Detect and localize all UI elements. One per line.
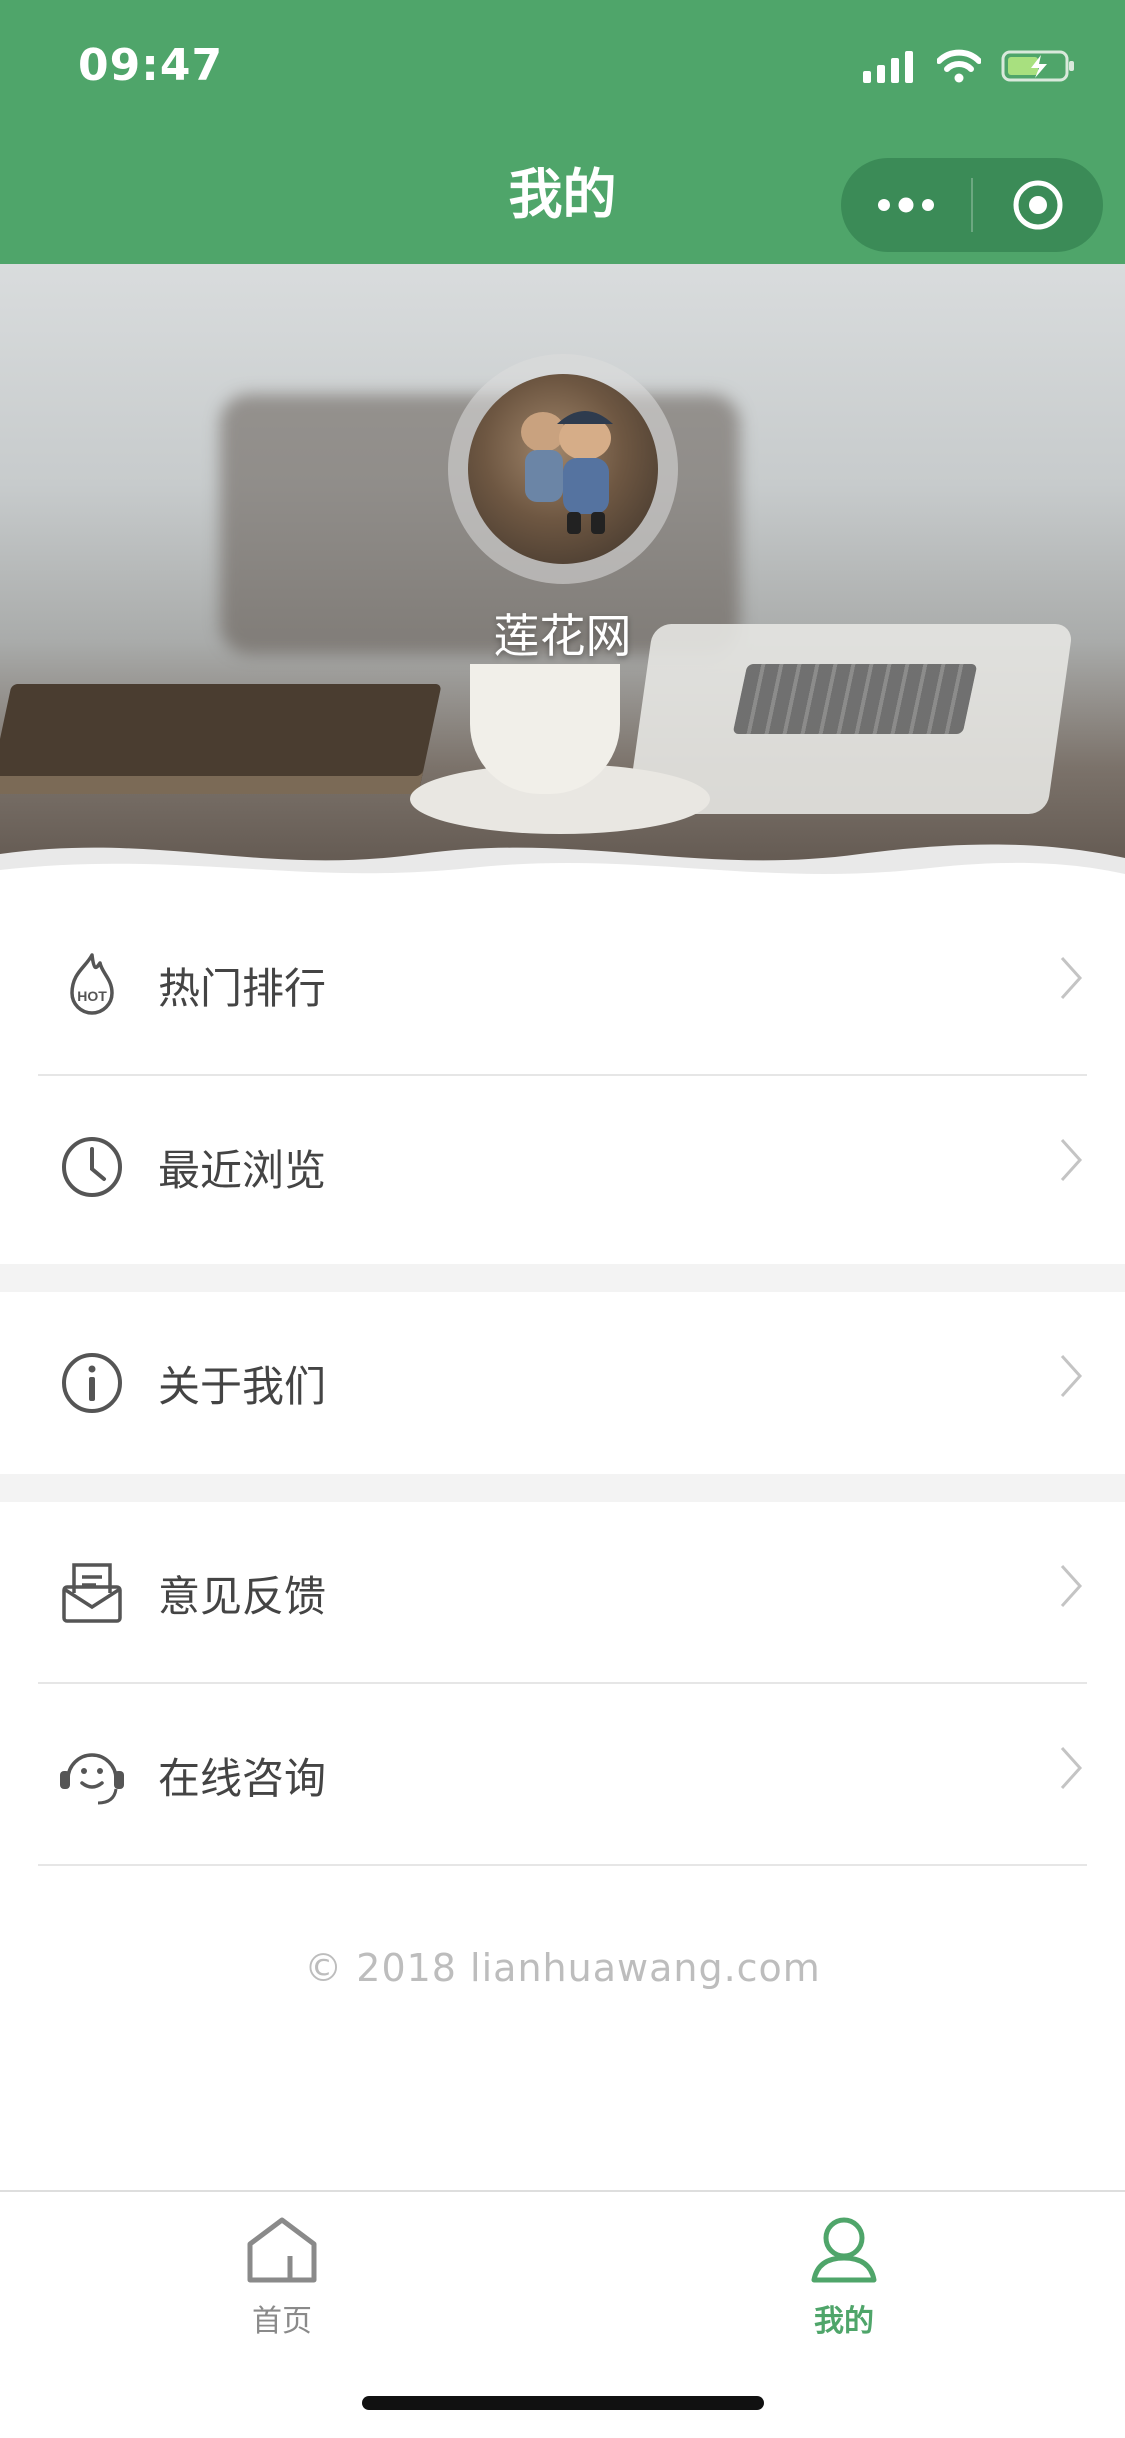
target-close-icon [1013,180,1063,230]
menu-group-3: 意见反馈 在线咨询 [0,1502,1125,1870]
home-indicator [362,2396,764,2410]
mail-icon [56,1557,128,1629]
menu-label: 热门排行 [158,963,327,1013]
menu-item-online-consult[interactable]: 在线咨询 [0,1684,1125,1866]
chevron-right-icon [1059,1745,1083,1795]
close-miniprogram-button[interactable] [973,158,1103,252]
tab-mine[interactable]: 我的 [744,2214,944,2340]
menu-item-feedback[interactable]: 意见反馈 [0,1502,1125,1684]
copyright-text: © 2018 lianhuawang.com [304,1946,821,1990]
support-face-icon [56,1739,128,1811]
hero-book-shape [0,684,442,794]
section-gap [0,1264,1125,1292]
battery-icon [1001,50,1074,82]
chevron-right-icon [1059,1353,1083,1403]
home-icon [247,2217,317,2283]
menu-label: 最近浏览 [158,1145,327,1195]
hero-keyboard-shape [732,664,978,734]
row-divider [38,1864,1087,1866]
menu-label: 关于我们 [158,1361,327,1411]
hero-wave-divider [0,844,1125,894]
tab-label: 首页 [252,2304,312,2339]
info-icon [56,1347,128,1419]
tab-home[interactable]: 首页 [182,2214,382,2340]
avatar-image [468,374,658,564]
signal-icon [863,51,913,83]
menu-item-about-us[interactable]: 关于我们 [0,1292,1125,1474]
menu-label: 意见反馈 [158,1571,327,1621]
wifi-icon [937,49,981,83]
brand-name: 莲花网 [493,609,632,663]
svg-text:HOT: HOT [77,988,107,1004]
tab-label: 我的 [814,2304,874,2339]
top-bar: 09:47 我的 [0,0,1125,264]
status-icons [863,48,1077,84]
section-gap [0,1474,1125,1502]
figurines-icon [521,411,613,534]
chevron-right-icon [1059,1137,1083,1187]
avatar[interactable] [448,354,678,584]
hot-flame-icon: HOT [56,949,128,1021]
user-icon [811,2217,877,2283]
chevron-right-icon [1059,1563,1083,1613]
chevron-right-icon [1059,955,1083,1005]
menu-item-recent-browsing[interactable]: 最近浏览 [0,1076,1125,1258]
menu-group-2: 关于我们 [0,1292,1125,1474]
menu-item-hot-ranking[interactable]: HOT 热门排行 [0,894,1125,1076]
hero-cup-shape [470,664,620,794]
more-dots-icon [878,197,934,213]
profile-hero: 莲花网 [0,264,1125,894]
menu-label: 在线咨询 [158,1753,327,1803]
clock-icon [56,1131,128,1203]
mini-program-capsule [841,158,1103,252]
menu-group-1: HOT 热门排行 最近浏览 [0,894,1125,1264]
more-button[interactable] [841,158,971,252]
status-time: 09:47 [78,40,224,91]
